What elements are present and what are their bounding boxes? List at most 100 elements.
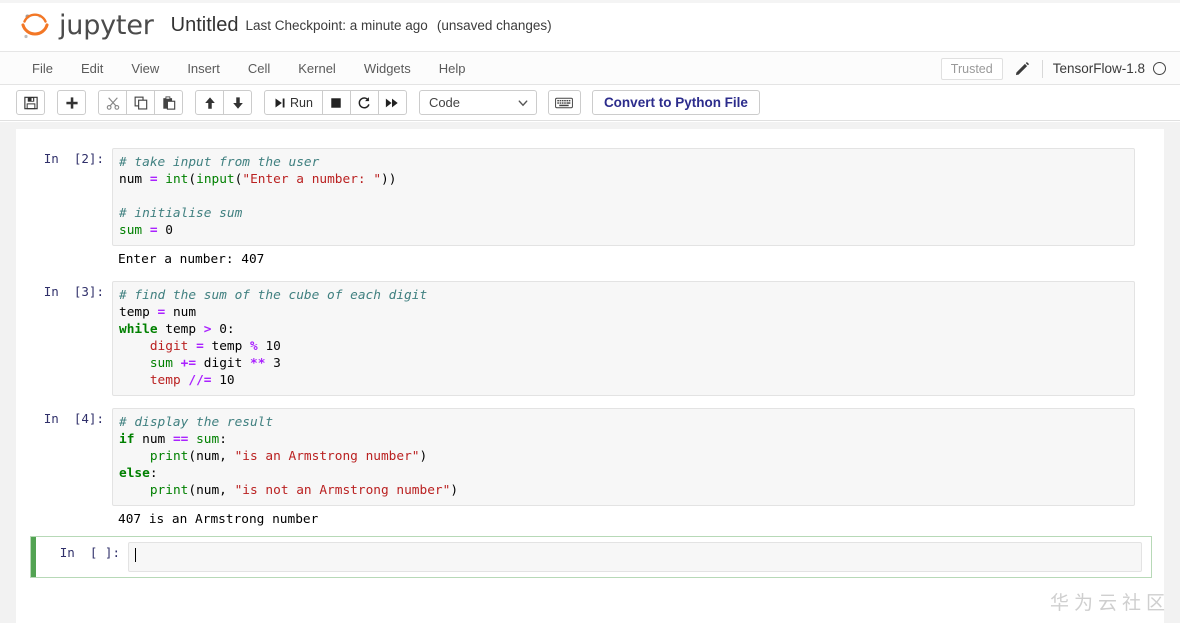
code-token: input — [196, 172, 235, 187]
code-token: print — [150, 483, 189, 498]
menu-kernel[interactable]: Kernel — [284, 57, 350, 80]
toolbar-group-move — [195, 90, 252, 115]
code-token: while — [119, 322, 158, 337]
code-token: # initialise sum — [119, 206, 242, 221]
menu-file[interactable]: File — [18, 57, 67, 80]
code-token — [119, 356, 150, 371]
kernel-separator — [1042, 60, 1043, 78]
scissors-icon[interactable] — [98, 90, 127, 115]
convert-to-python-file-button[interactable]: Convert to Python File — [592, 90, 760, 115]
code-token: temp — [158, 322, 204, 337]
menu-bar: File Edit View Insert Cell Kernel Widget… — [0, 52, 1180, 85]
notebook-cell[interactable]: In [ ]: — [30, 536, 1152, 578]
output-prompt-spacer — [30, 251, 112, 268]
code-token: ** — [250, 356, 265, 371]
code-token: = — [196, 339, 204, 354]
jupyter-logo-icon[interactable] — [18, 9, 52, 43]
convert-button-label: Convert to Python File — [604, 95, 748, 110]
menu-view[interactable]: View — [117, 57, 173, 80]
menu-help[interactable]: Help — [425, 57, 480, 80]
cell-editor[interactable]: # display the resultif num == sum: print… — [112, 408, 1135, 506]
text-cursor — [135, 548, 136, 562]
floppy-disk-icon[interactable] — [16, 90, 45, 115]
menu-widgets[interactable]: Widgets — [350, 57, 425, 80]
notebook-cell[interactable]: In [2]:# take input from the usernum = i… — [30, 143, 1150, 251]
code-token: ) — [420, 449, 428, 464]
last-checkpoint-label: Last Checkpoint: a minute ago — [245, 18, 427, 33]
menu-edit[interactable]: Edit — [67, 57, 117, 80]
notebook-cell[interactable]: In [4]:# display the resultif num == sum… — [30, 403, 1150, 511]
code-token: ) — [450, 483, 458, 498]
notebook-name[interactable]: Untitled — [171, 14, 239, 37]
stop-square-icon[interactable] — [322, 90, 351, 115]
keyboard-icon[interactable] — [548, 90, 581, 115]
arrow-down-icon[interactable] — [223, 90, 252, 115]
code-token: sum — [119, 223, 150, 238]
code-token: : — [219, 432, 227, 447]
jupyter-notebook-app: jupyter Untitled Last Checkpoint: a minu… — [0, 0, 1180, 623]
plus-icon[interactable] — [57, 90, 86, 115]
cell-list: In [2]:# take input from the usernum = i… — [16, 129, 1164, 578]
toolbar-group-run: Run — [264, 90, 407, 115]
jupyter-brand-text[interactable]: jupyter — [59, 10, 154, 41]
code-token: # display the result — [119, 415, 273, 430]
code-token — [188, 432, 196, 447]
code-token: : — [150, 466, 158, 481]
code-line: sum += digit ** 3 — [119, 355, 1128, 372]
cell-prompt: In [4]: — [30, 408, 112, 506]
code-token: temp — [150, 373, 181, 388]
output-text: 407 is an Armstrong number — [112, 511, 318, 528]
output-prompt-spacer — [30, 511, 112, 528]
code-token: 3 — [273, 356, 281, 371]
code-token — [173, 356, 181, 371]
menu-insert[interactable]: Insert — [173, 57, 234, 80]
copy-icon[interactable] — [126, 90, 155, 115]
code-token: digit — [196, 356, 250, 371]
unsaved-changes-label: (unsaved changes) — [437, 18, 552, 33]
code-token: else — [119, 466, 150, 481]
arrow-up-icon[interactable] — [195, 90, 224, 115]
cell-editor[interactable]: # find the sum of the cube of each digit… — [112, 281, 1135, 396]
code-token: temp — [119, 305, 158, 320]
code-token: sum — [150, 356, 173, 371]
code-token: (num, — [188, 483, 234, 498]
restart-circular-arrow-icon[interactable] — [350, 90, 379, 115]
code-token: = — [150, 172, 158, 187]
code-token: 10 — [219, 373, 234, 388]
cell-editor[interactable] — [128, 542, 1142, 572]
code-token: digit — [150, 339, 189, 354]
code-token: # take input from the user — [119, 155, 319, 170]
output-text: Enter a number: 407 — [112, 251, 264, 268]
cell-output: 407 is an Armstrong number — [30, 511, 1150, 528]
menu-cell[interactable]: Cell — [234, 57, 284, 80]
code-line: digit = temp % 10 — [119, 338, 1128, 355]
run-button[interactable]: Run — [264, 90, 323, 115]
paste-icon[interactable] — [154, 90, 183, 115]
code-line: else: — [119, 465, 1128, 482]
cell-prompt: In [3]: — [30, 281, 112, 396]
cell-output: Enter a number: 407 — [30, 251, 1150, 268]
code-token: num — [134, 432, 173, 447]
code-line: # initialise sum — [119, 205, 1128, 222]
code-token: 0 — [165, 223, 173, 238]
code-token: if — [119, 432, 134, 447]
menubar-right-group: Trusted TensorFlow-1.8 — [941, 52, 1170, 85]
code-token: # find the sum of the cube of each digit — [119, 288, 427, 303]
code-token: //= — [188, 373, 211, 388]
code-token: num — [119, 172, 150, 187]
pencil-icon[interactable] — [1003, 61, 1042, 76]
kernel-name-label[interactable]: TensorFlow-1.8 — [1053, 61, 1145, 76]
watermark: 华为云社区 — [1050, 588, 1170, 615]
cell-type-select[interactable]: Code — [419, 90, 537, 115]
code-token — [119, 189, 127, 204]
fast-forward-icon[interactable] — [378, 90, 407, 115]
trusted-indicator[interactable]: Trusted — [941, 58, 1003, 80]
code-line: # find the sum of the cube of each digit — [119, 287, 1128, 304]
cell-editor[interactable]: # take input from the usernum = int(inpu… — [112, 148, 1135, 246]
code-line: temp = num — [119, 304, 1128, 321]
notebook-cell[interactable]: In [3]:# find the sum of the cube of eac… — [30, 276, 1150, 401]
code-token — [265, 356, 273, 371]
chevron-down-icon — [517, 97, 529, 109]
code-line: print(num, "is not an Armstrong number") — [119, 482, 1128, 499]
toolbar-group-save — [16, 90, 45, 115]
